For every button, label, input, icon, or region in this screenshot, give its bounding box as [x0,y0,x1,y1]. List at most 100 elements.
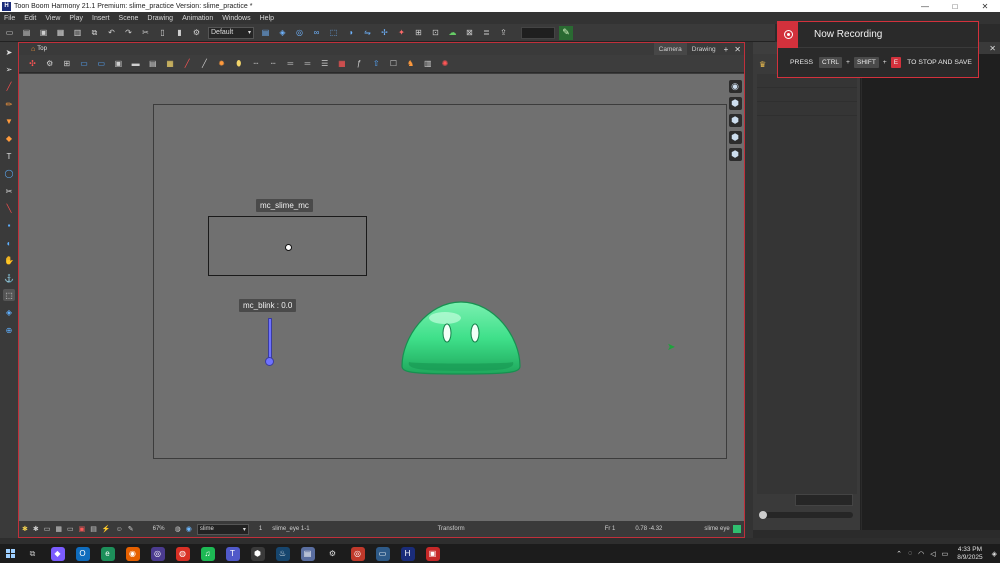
color-select[interactable]: slime ▾ [196,523,249,535]
up-arrow-icon[interactable]: ⇧ [371,58,382,69]
menu-scene[interactable]: Scene [119,15,139,22]
delete-icon[interactable]: ▮ [174,27,185,38]
lock-small-icon[interactable]: ▣ [79,525,86,533]
task-view-icon[interactable]: ⧉ [26,547,40,561]
steam-icon[interactable]: ♨ [275,546,290,561]
save-as-icon[interactable]: ▦ [55,27,66,38]
cube-settings-icon[interactable]: ⬢ [728,148,742,161]
view-select-icon[interactable]: ✣ [27,58,38,69]
settings-taskbar-icon[interactable]: ⚙ [326,547,340,561]
menu-animation[interactable]: Animation [182,15,213,22]
color-wheel-icon[interactable]: ◍ [175,525,181,533]
open-scene-icon[interactable]: ▤ [21,27,32,38]
pencil-dash-icon[interactable]: ┄ [268,58,279,69]
zoom-level[interactable]: 67% [153,526,165,532]
light-table-icon[interactable]: ◎ [294,27,305,38]
function-icon[interactable]: ƒ [354,58,365,69]
panel-field[interactable] [795,494,853,506]
onion-skin-view-icon[interactable]: ▭ [79,58,90,69]
draw-line-icon[interactable]: ╱ [182,58,193,69]
settings-icon[interactable]: ⚙ [191,27,202,38]
panel-close-icon[interactable]: ✕ [989,44,996,53]
panel-slider-knob[interactable] [759,511,767,519]
workspace-manager-icon[interactable]: ▤ [260,27,271,38]
text-tool-icon[interactable]: T [3,150,15,162]
close-view-button[interactable]: ✕ [731,45,744,54]
start-button[interactable] [0,549,20,558]
brush-dash-icon[interactable]: ┄ [250,58,261,69]
save-icon[interactable]: ▣ [38,27,49,38]
pencil-tool-icon[interactable]: ✏ [3,98,15,110]
edge-icon[interactable]: e [100,546,115,561]
layers-icon[interactable]: ≣ [481,27,492,38]
firefox-icon[interactable]: ◉ [125,546,140,561]
camera-small-icon[interactable]: ▤ [90,525,97,533]
grid-toggle-icon[interactable]: ⊞ [61,58,72,69]
frame-icon[interactable]: ☐ [388,58,399,69]
tab-drawing[interactable]: Drawing [687,43,721,55]
node-icon[interactable]: ⊞ [413,27,424,38]
undo-icon[interactable]: ↶ [106,27,117,38]
menu-help[interactable]: Help [260,15,274,22]
spotify-icon[interactable]: ♫ [200,546,215,561]
slime-character[interactable] [399,298,523,376]
camera-canvas[interactable]: mc_slime_mc mc_blink : 0.0 ➤ ◉ ⬢ ⬢ ⬢ ⬢ [19,74,744,521]
cloud-icon[interactable]: ☁ [447,27,458,38]
tool-small-icon[interactable]: ✎ [128,525,134,533]
flash-icon[interactable]: ⚡ [102,525,111,533]
copilot-icon[interactable]: ◆ [50,546,65,561]
transform-tool-icon[interactable]: ⬚ [3,289,15,302]
brush-tool-icon[interactable]: ╱ [3,81,15,93]
contour-editor-icon[interactable]: ➢ [3,63,15,75]
speaker-icon[interactable]: ◁ [930,550,935,558]
mask-icon[interactable]: ✺ [440,58,451,69]
view-settings-icon[interactable]: ⚙ [44,58,55,69]
outlook-icon[interactable]: O [75,546,90,561]
notes-icon[interactable]: ▤ [300,546,315,561]
paint-tool-icon[interactable]: ▪ [3,220,15,232]
show-control-icon[interactable]: ▣ [113,58,124,69]
onion-skin-icon[interactable]: ◈ [277,27,288,38]
sun-icon[interactable]: ✹ [216,58,227,69]
chrome-icon[interactable]: ◍ [175,546,190,561]
menu-file[interactable]: File [4,15,15,22]
paste-icon[interactable]: ▯ [157,27,168,38]
shift-trace-icon[interactable]: ⬚ [328,27,339,38]
hand-tool-icon[interactable]: ✋ [3,255,15,267]
teams-icon[interactable]: T [225,546,240,561]
select-tool-icon[interactable]: ➤ [3,46,15,58]
menu-windows[interactable]: Windows [222,15,250,22]
menu-view[interactable]: View [45,15,60,22]
face-icon[interactable]: ☺ [116,526,123,533]
tip-brush-icon[interactable]: ✎ [559,25,573,40]
list-item[interactable] [757,88,857,102]
deformer-icon[interactable]: ✦ [396,27,407,38]
morphing-tool-icon[interactable]: ◈ [3,307,15,319]
mirror-icon[interactable]: ⇋ [362,27,373,38]
lock-drawing-icon[interactable]: ▦ [165,58,176,69]
camera-eye-icon[interactable]: ◉ [728,80,742,93]
auto-light-table-icon[interactable]: ◑ [345,27,356,38]
light-table-view-icon[interactable]: ▭ [96,58,107,69]
new-scene-icon[interactable]: ▭ [4,27,15,38]
safe-area-icon[interactable]: ▬ [130,58,141,69]
grid-icon[interactable]: ⊠ [464,27,475,38]
shield-app-icon[interactable]: ⬢ [250,546,265,561]
panel-splitter[interactable] [745,42,753,538]
symmetry-icon[interactable]: ✢ [379,27,390,38]
lock-icon[interactable]: ▤ [147,58,158,69]
character-icon[interactable]: ♞ [405,58,416,69]
zoom-tool-icon[interactable]: ◐ [3,237,15,249]
peg-pivot-point[interactable] [285,244,292,251]
grid-small-icon[interactable]: ▦ [55,525,62,533]
ellipse-tool-icon[interactable]: ◯ [3,168,15,180]
active-cube-icon[interactable]: ⬢ [728,114,742,127]
layer-stack-icon[interactable]: ☰ [319,58,330,69]
quality-icon[interactable]: ✱ [33,525,39,533]
menu-play[interactable]: Play [69,15,83,22]
copy-icon[interactable]: ⧉ [89,27,100,38]
light-bulb-icon[interactable]: ✱ [22,525,28,533]
crown-icon[interactable]: ♛ [759,60,766,69]
dropper-tool-icon[interactable]: ╲ [3,203,15,215]
tab-camera[interactable]: Camera [653,43,687,55]
